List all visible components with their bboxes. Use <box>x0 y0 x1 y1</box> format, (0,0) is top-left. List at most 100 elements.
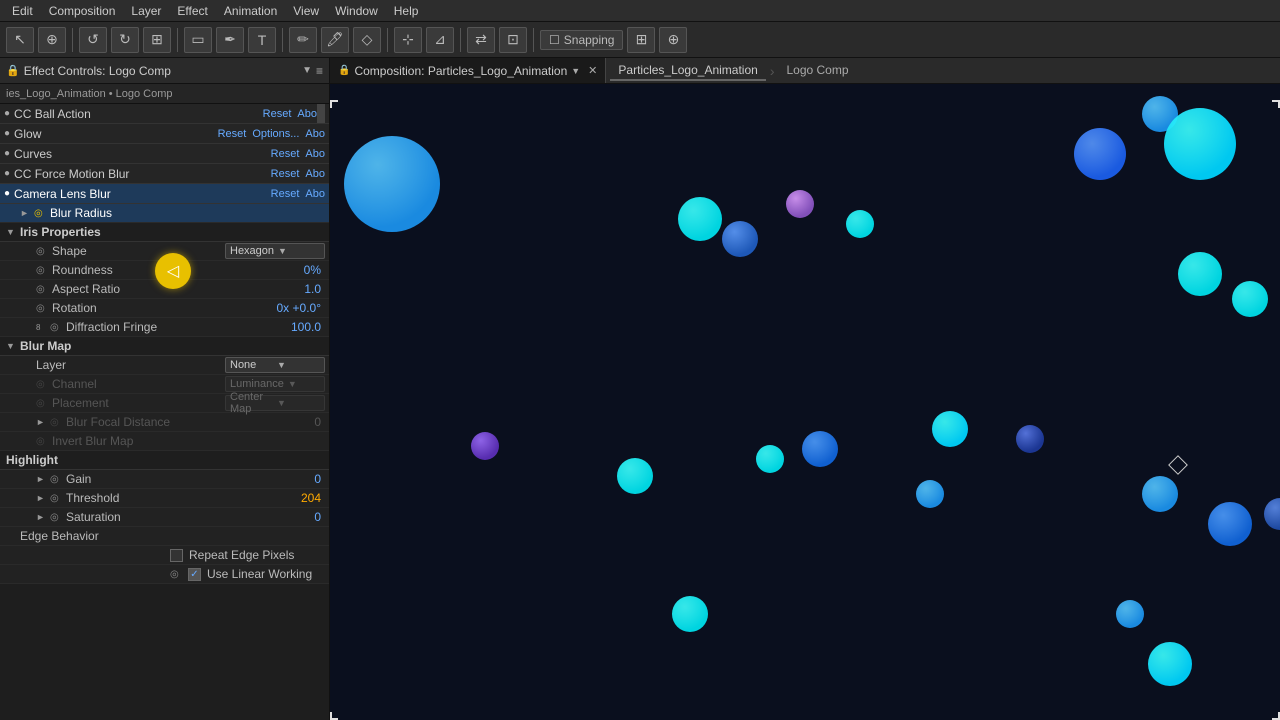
shape-stopwatch[interactable]: ◎ <box>36 246 50 257</box>
tool-redo[interactable]: ↻ <box>111 27 139 53</box>
shape-dropdown[interactable]: Hexagon ▼ <box>225 243 325 259</box>
tool-brush[interactable]: 🖊 <box>321 27 349 53</box>
tool-eraser[interactable]: ◇ <box>353 27 381 53</box>
use-linear-checkbox[interactable] <box>188 568 201 581</box>
reset-btn-curves[interactable]: Reset <box>271 148 300 160</box>
comp-panel-close[interactable]: ✕ <box>588 64 597 77</box>
prop-row-rotation[interactable]: ◎ Rotation 0x +0.0° <box>0 299 329 318</box>
tool-arrow[interactable]: ↖ <box>6 27 34 53</box>
tool-undo[interactable]: ↺ <box>79 27 107 53</box>
tool-extra1[interactable]: ⊞ <box>627 27 655 53</box>
reset-btn-cc-force[interactable]: Reset <box>271 168 300 180</box>
saturation-twirl[interactable]: ► <box>36 512 48 522</box>
aspect-stopwatch[interactable]: ◎ <box>36 284 50 295</box>
composition-tabs-row: Particles_Logo_Animation › Logo Comp <box>606 58 860 83</box>
tool-pen[interactable]: ✒ <box>216 27 244 53</box>
menu-view[interactable]: View <box>285 2 327 20</box>
snapping-toggle[interactable]: ☐ Snapping <box>540 30 623 50</box>
use-linear-row[interactable]: ◎ Use Linear Working <box>0 565 329 584</box>
tab-logo-comp[interactable]: Logo Comp <box>778 61 856 81</box>
prop-row-gain[interactable]: ► ◎ Gain 0 <box>0 470 329 489</box>
toolbar-separator-1 <box>72 28 73 52</box>
menu-composition[interactable]: Composition <box>41 2 124 20</box>
threshold-stopwatch[interactable]: ◎ <box>50 493 64 504</box>
gain-twirl[interactable]: ► <box>36 474 48 484</box>
iris-twirl[interactable]: ▼ <box>6 227 18 237</box>
comp-panel-arrow[interactable]: ▼ <box>571 66 580 76</box>
effect-row-cc-ball-action[interactable]: ● CC Ball Action Reset Abo <box>0 104 329 124</box>
diffraction-stopwatch[interactable]: ◎ <box>50 322 64 333</box>
panel-lock-icon: 🔒 <box>6 64 20 77</box>
menu-animation[interactable]: Animation <box>216 2 285 20</box>
tool-snap[interactable]: ⊡ <box>499 27 527 53</box>
tool-rect[interactable]: ▭ <box>184 27 212 53</box>
abo-btn-curves[interactable]: Abo <box>305 148 325 160</box>
composition-panel-header[interactable]: 🔒 Composition: Particles_Logo_Animation … <box>330 58 606 83</box>
tool-transform[interactable]: ⊞ <box>143 27 171 53</box>
reset-btn-camera-lens[interactable]: Reset <box>271 188 300 200</box>
rotation-value[interactable]: 0x +0.0° <box>277 301 322 315</box>
abo-btn-cc-ball[interactable]: Abo <box>297 108 317 120</box>
tab-particles-logo[interactable]: Particles_Logo_Animation <box>610 61 765 81</box>
highlight-section-header: Highlight <box>0 451 329 470</box>
tool-align[interactable]: ⇄ <box>467 27 495 53</box>
abo-btn-camera-lens[interactable]: Abo <box>305 188 325 200</box>
effect-row-cc-force-motion[interactable]: ● CC Force Motion Blur Reset Abo <box>0 164 329 184</box>
menu-edit[interactable]: Edit <box>4 2 41 20</box>
menu-effect[interactable]: Effect <box>169 2 215 20</box>
reset-btn-cc-ball[interactable]: Reset <box>263 108 292 120</box>
aspect-label: Aspect Ratio <box>52 282 304 296</box>
menu-window[interactable]: Window <box>327 2 386 20</box>
blur-radius-row[interactable]: ► ◎ Blur Radius <box>0 204 329 223</box>
diffraction-twirl[interactable]: 8 <box>36 323 48 332</box>
panel-menu-button[interactable]: ≡ <box>316 64 323 78</box>
blur-radius-label: Blur Radius <box>50 206 325 220</box>
effect-controls-header: 🔒 Effect Controls: Logo Comp ▼ ≡ <box>0 58 329 84</box>
effect-row-curves[interactable]: ● Curves Reset Abo <box>0 144 329 164</box>
prop-row-aspect-ratio[interactable]: ◎ Aspect Ratio 1.0 <box>0 280 329 299</box>
diffraction-value[interactable]: 100.0 <box>291 320 321 334</box>
effect-controls-title: Effect Controls: Logo Comp <box>24 64 298 78</box>
saturation-stopwatch[interactable]: ◎ <box>50 512 64 523</box>
prop-row-layer[interactable]: Layer None ▼ <box>0 356 329 375</box>
tool-roto[interactable]: ⊿ <box>426 27 454 53</box>
abo-btn-glow[interactable]: Abo <box>305 128 325 140</box>
rotation-stopwatch[interactable]: ◎ <box>36 303 50 314</box>
reset-btn-glow[interactable]: Reset <box>218 128 247 140</box>
layer-value: None <box>230 359 273 371</box>
effect-row-camera-lens-blur[interactable]: ● Camera Lens Blur Reset Abo <box>0 184 329 204</box>
repeat-edge-checkbox[interactable] <box>170 549 183 562</box>
prop-row-diffraction[interactable]: 8 ◎ Diffraction Fringe 100.0 <box>0 318 329 337</box>
use-linear-stopwatch[interactable]: ◎ <box>170 569 184 580</box>
abo-btn-cc-force[interactable]: Abo <box>305 168 325 180</box>
prop-row-roundness[interactable]: ◎ Roundness 0% <box>0 261 329 280</box>
prop-row-shape[interactable]: ◎ Shape Hexagon ▼ <box>0 242 329 261</box>
prop-row-saturation[interactable]: ► ◎ Saturation 0 <box>0 508 329 527</box>
tool-extra2[interactable]: ⊕ <box>659 27 687 53</box>
comp-panel-title: Composition: Particles_Logo_Animation <box>354 64 567 78</box>
blur-map-twirl[interactable]: ▼ <box>6 341 18 351</box>
threshold-value[interactable]: 204 <box>301 491 321 505</box>
blur-radius-stopwatch[interactable]: ◎ <box>34 208 48 219</box>
toolbar-separator-2 <box>177 28 178 52</box>
panel-arrow-icon[interactable]: ▼ <box>302 65 312 76</box>
gain-value[interactable]: 0 <box>314 472 321 486</box>
layer-dropdown[interactable]: None ▼ <box>225 357 325 373</box>
aspect-value[interactable]: 1.0 <box>304 282 321 296</box>
tool-search[interactable]: ⊕ <box>38 27 66 53</box>
prop-row-threshold[interactable]: ► ◎ Threshold 204 <box>0 489 329 508</box>
gain-stopwatch[interactable]: ◎ <box>50 474 64 485</box>
effect-row-glow[interactable]: ● Glow Reset Options... Abo <box>0 124 329 144</box>
tool-pin[interactable]: ⊹ <box>394 27 422 53</box>
menu-layer[interactable]: Layer <box>123 2 169 20</box>
saturation-value[interactable]: 0 <box>314 510 321 524</box>
tool-text[interactable]: T <box>248 27 276 53</box>
roundness-value[interactable]: 0% <box>304 263 321 277</box>
menu-help[interactable]: Help <box>386 2 427 20</box>
prop-row-edge-behavior[interactable]: Edge Behavior <box>0 527 329 546</box>
roundness-stopwatch[interactable]: ◎ <box>36 265 50 276</box>
options-btn-glow[interactable]: Options... <box>252 128 299 140</box>
tool-pen2[interactable]: ✏ <box>289 27 317 53</box>
threshold-twirl[interactable]: ► <box>36 493 48 503</box>
repeat-edge-row[interactable]: Repeat Edge Pixels <box>0 546 329 565</box>
